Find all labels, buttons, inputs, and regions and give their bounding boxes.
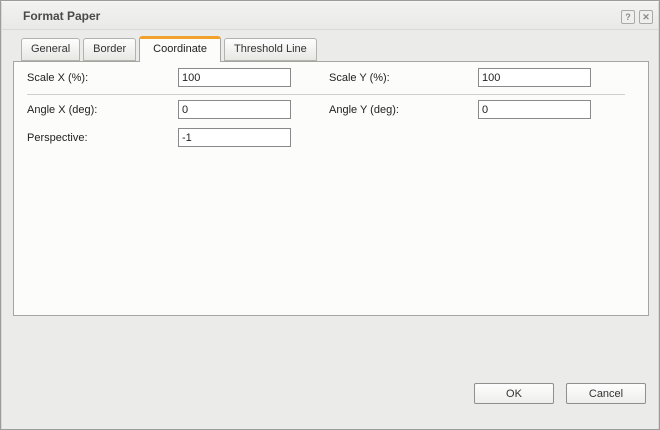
tab-coordinate[interactable]: Coordinate (139, 36, 221, 62)
perspective-input[interactable] (178, 128, 291, 147)
ok-button[interactable]: OK (474, 383, 554, 404)
scale-row: Scale X (%): Scale Y (%): (14, 68, 648, 88)
section-separator (27, 94, 625, 95)
scale-y-input[interactable] (478, 68, 591, 87)
angle-row: Angle X (deg): Angle Y (deg): (14, 100, 648, 120)
cancel-button[interactable]: Cancel (566, 383, 646, 404)
angle-y-input[interactable] (478, 100, 591, 119)
title-bar[interactable]: Format Paper ? ✕ (2, 2, 658, 30)
angle-y-label: Angle Y (deg): (329, 104, 399, 116)
coordinate-tab-panel: Scale X (%): Scale Y (%): Angle X (deg):… (13, 61, 649, 316)
close-icon[interactable]: ✕ (639, 10, 653, 24)
scale-x-label: Scale X (%): (27, 72, 89, 84)
angle-x-input[interactable] (178, 100, 291, 119)
tab-general[interactable]: General (21, 38, 81, 61)
tab-threshold-line[interactable]: Threshold Line (224, 38, 317, 61)
format-paper-dialog: Format Paper ? ✕ General Border Coordina… (0, 0, 660, 430)
scale-x-input[interactable] (178, 68, 291, 87)
scale-y-label: Scale Y (%): (329, 72, 390, 84)
help-icon[interactable]: ? (621, 10, 635, 24)
perspective-label: Perspective: (27, 132, 88, 144)
perspective-row: Perspective: (14, 128, 648, 148)
dialog-title: Format Paper (23, 9, 101, 23)
tab-border[interactable]: Border (83, 38, 137, 61)
angle-x-label: Angle X (deg): (27, 104, 98, 116)
tab-strip: General Border Coordinate Threshold Line (21, 36, 317, 63)
